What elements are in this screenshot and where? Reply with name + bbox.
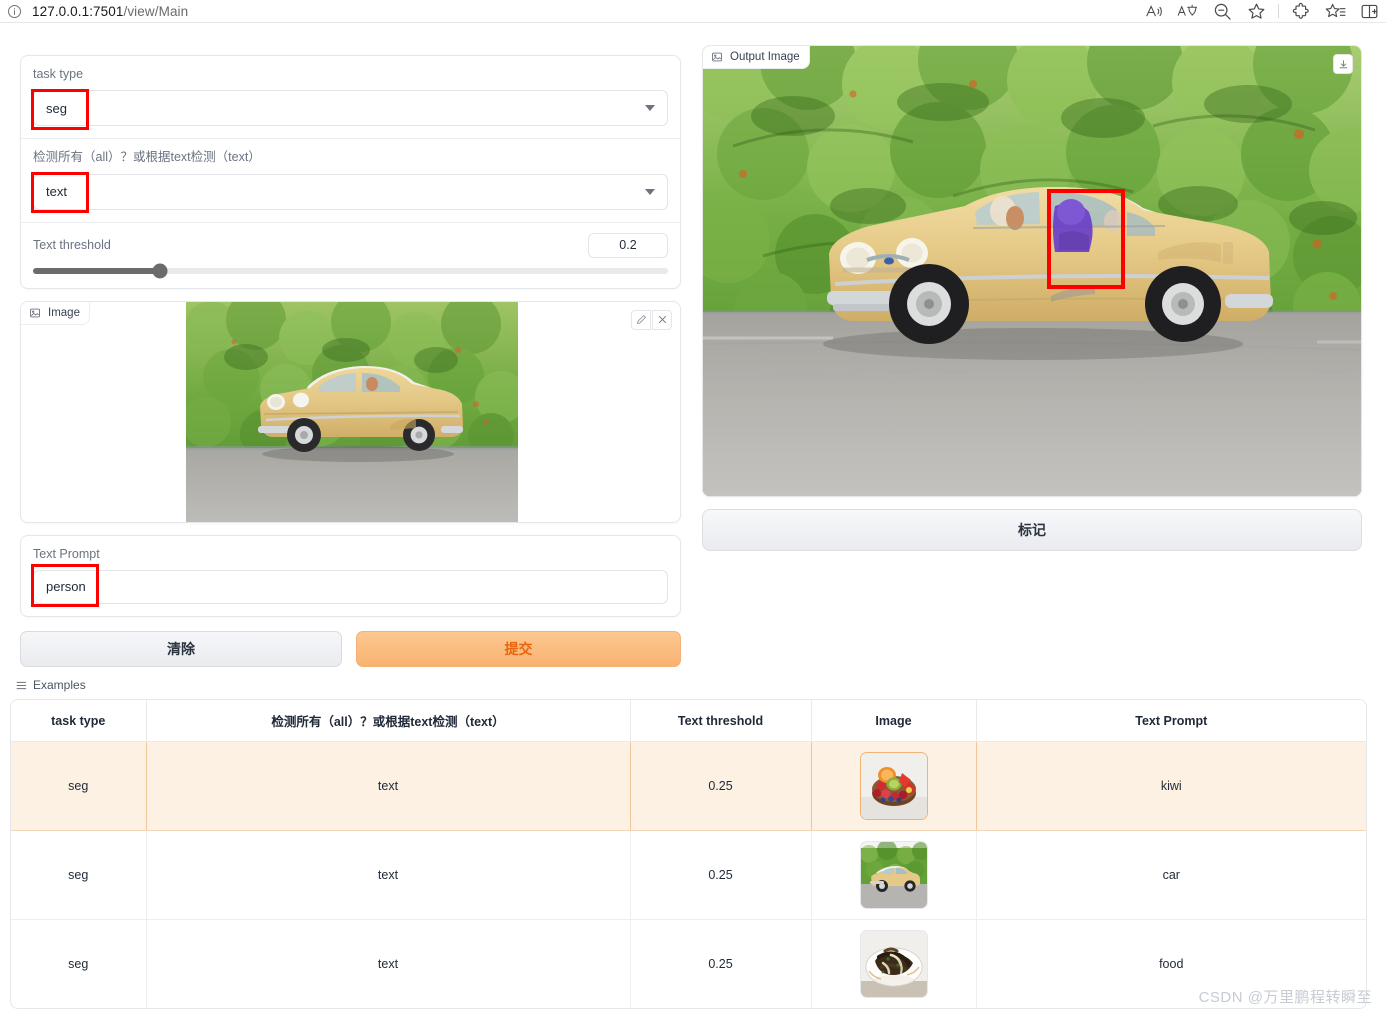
vintage-car-thumbnail[interactable] xyxy=(859,841,928,909)
extensions-puzzle-icon[interactable] xyxy=(1284,0,1318,22)
cell-text-prompt: car xyxy=(976,830,1366,920)
input-image-badge-label: Image xyxy=(48,306,80,319)
examples-header: Examples xyxy=(16,678,86,692)
output-photo xyxy=(703,46,1361,496)
table-row[interactable]: seg text 0.25 xyxy=(11,919,1366,1008)
cell-text-threshold: 0.25 xyxy=(630,741,812,831)
text-threshold-header: Text threshold 0.2 xyxy=(33,232,668,258)
split-screen-icon[interactable] xyxy=(1352,0,1386,22)
input-image-tools xyxy=(631,309,672,330)
text-threshold-row: Text threshold 0.2 xyxy=(21,223,680,288)
app-page: task type seg 检测所有（all）？或根据text检测（text） … xyxy=(0,23,1386,1021)
text-prompt-input[interactable]: person xyxy=(33,569,668,604)
url-host: 127.0.0.1:7501 xyxy=(32,3,124,19)
cell-task-type: seg xyxy=(11,830,147,920)
cell-detect-mode: text xyxy=(146,741,631,831)
col-header-task-type: task type xyxy=(11,700,147,742)
col-header-detect-mode: 检测所有（all）？或根据text检测（text） xyxy=(146,700,631,742)
input-panel: task type seg 检测所有（all）？或根据text检测（text） … xyxy=(20,55,681,667)
favorite-star-icon[interactable] xyxy=(1239,0,1273,22)
output-panel: Output Image 标记 xyxy=(702,45,1362,551)
text-prompt-value: person xyxy=(46,579,86,595)
output-image-badge: Output Image xyxy=(703,46,810,69)
text-threshold-value: 0.2 xyxy=(619,238,637,252)
download-icon[interactable] xyxy=(1333,54,1353,74)
vintage-car-photo xyxy=(186,301,518,522)
detect-mode-value: text xyxy=(46,184,67,199)
detect-mode-row: 检测所有（all）？或根据text检测（text） text xyxy=(21,139,680,223)
chevron-down-icon xyxy=(645,105,655,112)
output-image-block[interactable]: Output Image xyxy=(702,45,1362,497)
collections-icon[interactable] xyxy=(1318,0,1352,22)
task-type-label: task type xyxy=(33,67,84,81)
examples-header-row: task type 检测所有（all）？或根据text检测（text） Text… xyxy=(11,700,1366,742)
browser-action-buttons xyxy=(1137,0,1386,23)
watermark: CSDN @万里鹏程转瞬至 xyxy=(1198,989,1372,1006)
zoom-out-icon[interactable] xyxy=(1205,0,1239,22)
detect-mode-dropdown[interactable]: text xyxy=(33,173,668,210)
cell-text-prompt: kiwi xyxy=(976,741,1366,831)
cell-task-type: seg xyxy=(11,741,147,831)
detect-mode-label: 检测所有（all）？或根据text检测（text） xyxy=(33,150,261,165)
cell-image xyxy=(811,830,977,920)
output-image-badge-label: Output Image xyxy=(730,51,800,63)
text-threshold-number-input[interactable]: 0.2 xyxy=(588,232,668,258)
cell-image xyxy=(811,919,977,1008)
cell-detect-mode: text xyxy=(146,919,631,1008)
input-image-badge: Image xyxy=(21,301,90,325)
address-bar[interactable]: 127.0.0.1:7501/view/Main xyxy=(32,4,188,19)
close-icon[interactable] xyxy=(652,309,672,330)
task-type-row: task type seg xyxy=(21,56,680,140)
text-prompt-block: Text Prompt person xyxy=(20,534,681,617)
text-threshold-label: Text threshold xyxy=(33,237,111,252)
text-prompt-label: Text Prompt xyxy=(33,546,100,561)
image-icon xyxy=(710,50,724,64)
cell-task-type: seg xyxy=(11,919,147,1008)
food-plate-thumbnail[interactable] xyxy=(859,930,928,998)
toolbar-divider xyxy=(1278,4,1279,18)
output-image-canvas xyxy=(703,46,1361,496)
cell-text-threshold: 0.25 xyxy=(630,830,812,920)
settings-form: task type seg 检测所有（all）？或根据text检测（text） … xyxy=(20,55,681,289)
table-row[interactable]: seg text 0.25 xyxy=(11,741,1366,831)
pencil-icon[interactable] xyxy=(631,309,651,330)
cell-detect-mode: text xyxy=(146,830,631,920)
input-image-preview xyxy=(186,301,518,522)
slider-fill xyxy=(33,267,160,274)
cell-text-threshold: 0.25 xyxy=(630,919,812,1008)
output-image-tools xyxy=(1333,54,1353,74)
slider-thumb[interactable] xyxy=(152,263,168,278)
task-type-value: seg xyxy=(46,100,67,116)
table-row[interactable]: seg text 0.25 xyxy=(11,830,1366,920)
col-header-image: Image xyxy=(811,700,977,742)
col-header-text-prompt: Text Prompt xyxy=(976,700,1366,742)
cell-image xyxy=(811,741,977,831)
examples-title: Examples xyxy=(33,678,86,692)
input-image-block[interactable]: Image xyxy=(20,300,681,523)
chevron-down-icon xyxy=(645,188,655,195)
browser-toolbar: 127.0.0.1:7501/view/Main xyxy=(0,0,1386,23)
text-threshold-slider[interactable] xyxy=(33,263,668,278)
info-icon[interactable] xyxy=(6,3,22,19)
list-icon xyxy=(16,680,27,691)
submit-button[interactable]: 提交 xyxy=(356,630,681,667)
col-header-text-threshold: Text threshold xyxy=(630,700,812,742)
fruit-platter-thumbnail[interactable] xyxy=(859,752,928,820)
clear-button[interactable]: 清除 xyxy=(20,630,342,667)
task-type-dropdown[interactable]: seg xyxy=(33,90,668,127)
read-aloud-icon[interactable] xyxy=(1137,0,1171,22)
mark-button[interactable]: 标记 xyxy=(702,509,1362,551)
action-buttons: 清除 提交 xyxy=(20,630,681,667)
examples-table: task type 检测所有（all）？或根据text检测（text） Text… xyxy=(10,699,1367,1009)
image-icon xyxy=(28,306,42,320)
url-path: /view/Main xyxy=(123,3,189,19)
translate-icon[interactable] xyxy=(1171,0,1205,22)
